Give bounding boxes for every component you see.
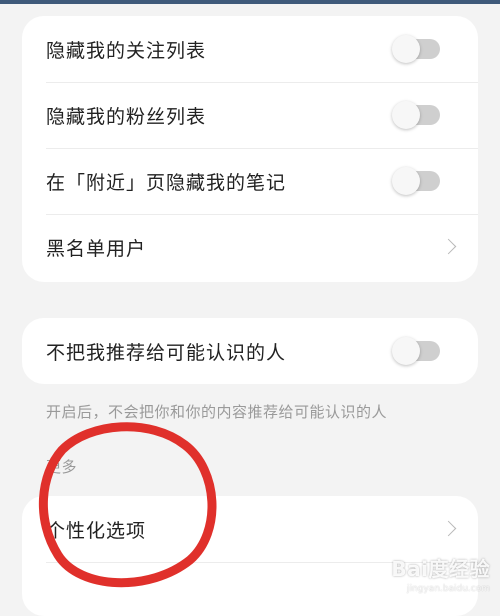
blacklist-label: 黑名单用户 — [46, 237, 147, 260]
no-recommend-row[interactable]: 不把我推荐给可能认识的人 — [22, 318, 478, 384]
recommend-settings-card: 不把我推荐给可能认识的人 — [22, 318, 478, 384]
hide-followers-label: 隐藏我的粉丝列表 — [46, 105, 207, 128]
more-section-title: 更多 — [46, 458, 78, 476]
no-recommend-label: 不把我推荐给可能认识的人 — [46, 341, 287, 364]
toggle-knob — [392, 167, 420, 195]
recommend-hint-text: 开启后，不会把你和你的内容推荐给可能认识的人 — [46, 403, 388, 421]
top-status-strip — [0, 0, 500, 4]
hide-nearby-notes-label: 在「附近」页隐藏我的笔记 — [46, 171, 287, 194]
hide-nearby-notes-toggle[interactable] — [392, 167, 440, 195]
toggle-knob — [392, 35, 420, 63]
chevron-right-icon — [440, 520, 457, 537]
hide-following-label: 隐藏我的关注列表 — [46, 39, 207, 62]
chevron-right-icon — [440, 238, 457, 255]
no-recommend-toggle[interactable] — [392, 337, 440, 365]
hide-following-row[interactable]: 隐藏我的关注列表 — [22, 16, 478, 82]
hide-followers-row[interactable]: 隐藏我的粉丝列表 — [22, 82, 478, 148]
privacy-settings-card: 隐藏我的关注列表 隐藏我的粉丝列表 在「附近」页隐藏我的笔记 黑名单用户 — [22, 16, 478, 282]
toggle-knob — [392, 337, 420, 365]
baidu-watermark-url: jingyan.baidu.com — [406, 584, 490, 594]
baidu-watermark: Bai度经验 — [391, 557, 490, 581]
toggle-knob — [392, 101, 420, 129]
personalization-label: 个性化选项 — [46, 519, 147, 542]
hide-nearby-notes-row[interactable]: 在「附近」页隐藏我的笔记 — [22, 148, 478, 214]
hide-following-toggle[interactable] — [392, 35, 440, 63]
blacklist-row[interactable]: 黑名单用户 — [22, 214, 478, 280]
hide-followers-toggle[interactable] — [392, 101, 440, 129]
